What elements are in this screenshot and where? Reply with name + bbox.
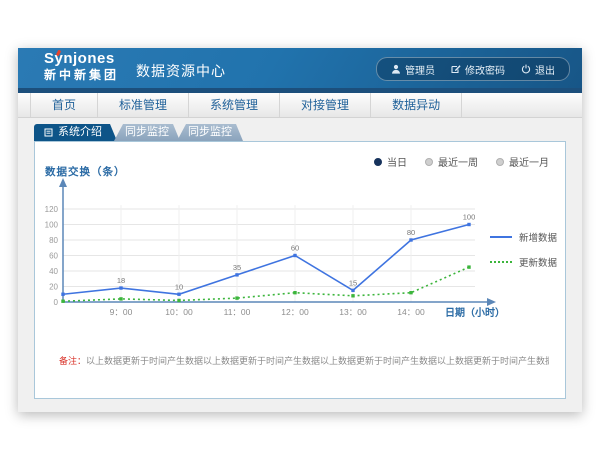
svg-text:14：00: 14：00	[397, 307, 425, 317]
chart-legend: 新增数据 更新数据	[490, 230, 557, 269]
svg-text:20: 20	[49, 283, 58, 292]
nav-item-system-mgmt[interactable]: 系统管理	[189, 93, 280, 117]
svg-text:0: 0	[54, 298, 59, 307]
footnote: 备注：以上数据更新于时间产生数据以上数据更新于时间产生数据以上数据更新于时间产生…	[59, 354, 549, 367]
user-menu-password-label: 修改密码	[465, 62, 505, 77]
svg-text:80: 80	[407, 228, 415, 237]
logo-text-cn: 新中新集团	[44, 69, 119, 81]
svg-text:日期（小时）: 日期（小时）	[445, 306, 505, 319]
svg-text:80: 80	[49, 236, 58, 245]
user-icon	[391, 64, 401, 74]
svg-text:10：00: 10：00	[165, 307, 193, 317]
edit-icon	[451, 64, 461, 74]
legend-line-solid	[490, 236, 512, 238]
svg-text:120: 120	[45, 205, 59, 214]
document-icon	[44, 128, 53, 137]
tab-sync-monitor-1[interactable]: 同步监控	[114, 124, 180, 141]
logout-icon	[521, 64, 531, 74]
user-menu-change-password[interactable]: 修改密码	[451, 62, 505, 77]
user-menu: 管理员 修改密码 退出	[376, 57, 570, 81]
user-menu-logout-label: 退出	[535, 62, 555, 77]
tab-system-intro[interactable]: 系统介绍	[34, 124, 117, 141]
tab-label: 同步监控	[125, 126, 169, 138]
footnote-prefix: 备注：	[59, 356, 86, 366]
user-menu-logout[interactable]: 退出	[521, 62, 555, 77]
legend-item-new-data[interactable]: 新增数据	[490, 230, 557, 244]
svg-text:12：00: 12：00	[281, 307, 309, 317]
nav-item-home[interactable]: 首页	[30, 93, 98, 117]
svg-text:100: 100	[45, 221, 59, 230]
svg-text:15: 15	[349, 278, 357, 287]
logo-text-en: Synjones	[44, 51, 115, 66]
legend-line-dotted	[490, 261, 512, 263]
svg-text:18: 18	[117, 276, 125, 285]
nav-item-interface-mgmt[interactable]: 对接管理	[280, 93, 371, 117]
user-menu-admin-label: 管理员	[405, 62, 435, 77]
app-window: Synjones 新中新集团 数据资源中心 管理员 修改密码 退	[18, 48, 582, 412]
nav-item-data-change[interactable]: 数据异动	[371, 93, 462, 117]
main-nav: 首页 标准管理 系统管理 对接管理 数据异动	[18, 93, 582, 118]
tab-label: 同步监控	[188, 126, 232, 138]
page-title: 数据资源中心	[136, 61, 226, 81]
app-header: Synjones 新中新集团 数据资源中心 管理员 修改密码 退	[18, 48, 582, 88]
user-menu-admin[interactable]: 管理员	[391, 62, 435, 77]
tab-sync-monitor-2[interactable]: 同步监控	[177, 124, 243, 141]
legend-item-update-data[interactable]: 更新数据	[490, 255, 557, 269]
svg-text:100: 100	[463, 213, 476, 222]
svg-text:11：00: 11：00	[224, 307, 251, 317]
tab-bar: 系统介绍 同步监控 同步监控	[34, 121, 582, 141]
footnote-text: 以上数据更新于时间产生数据以上数据更新于时间产生数据以上数据更新于时间产生数据以…	[86, 356, 549, 366]
svg-text:9：00: 9：00	[110, 307, 133, 317]
svg-text:60: 60	[49, 252, 58, 261]
logo: Synjones 新中新集团	[44, 51, 119, 81]
legend-label: 新增数据	[519, 230, 557, 244]
nav-item-standard-mgmt[interactable]: 标准管理	[98, 93, 189, 117]
chart-panel: 当日 最近一周 最近一月 数据交换（条） 0204060801001209：00…	[34, 141, 566, 399]
legend-label: 更新数据	[519, 255, 557, 269]
svg-text:13：00: 13：00	[339, 307, 367, 317]
svg-text:40: 40	[49, 267, 58, 276]
svg-text:10: 10	[175, 282, 183, 291]
svg-text:60: 60	[291, 244, 299, 253]
svg-text:35: 35	[233, 263, 241, 272]
tab-label: 系统介绍	[58, 124, 102, 141]
